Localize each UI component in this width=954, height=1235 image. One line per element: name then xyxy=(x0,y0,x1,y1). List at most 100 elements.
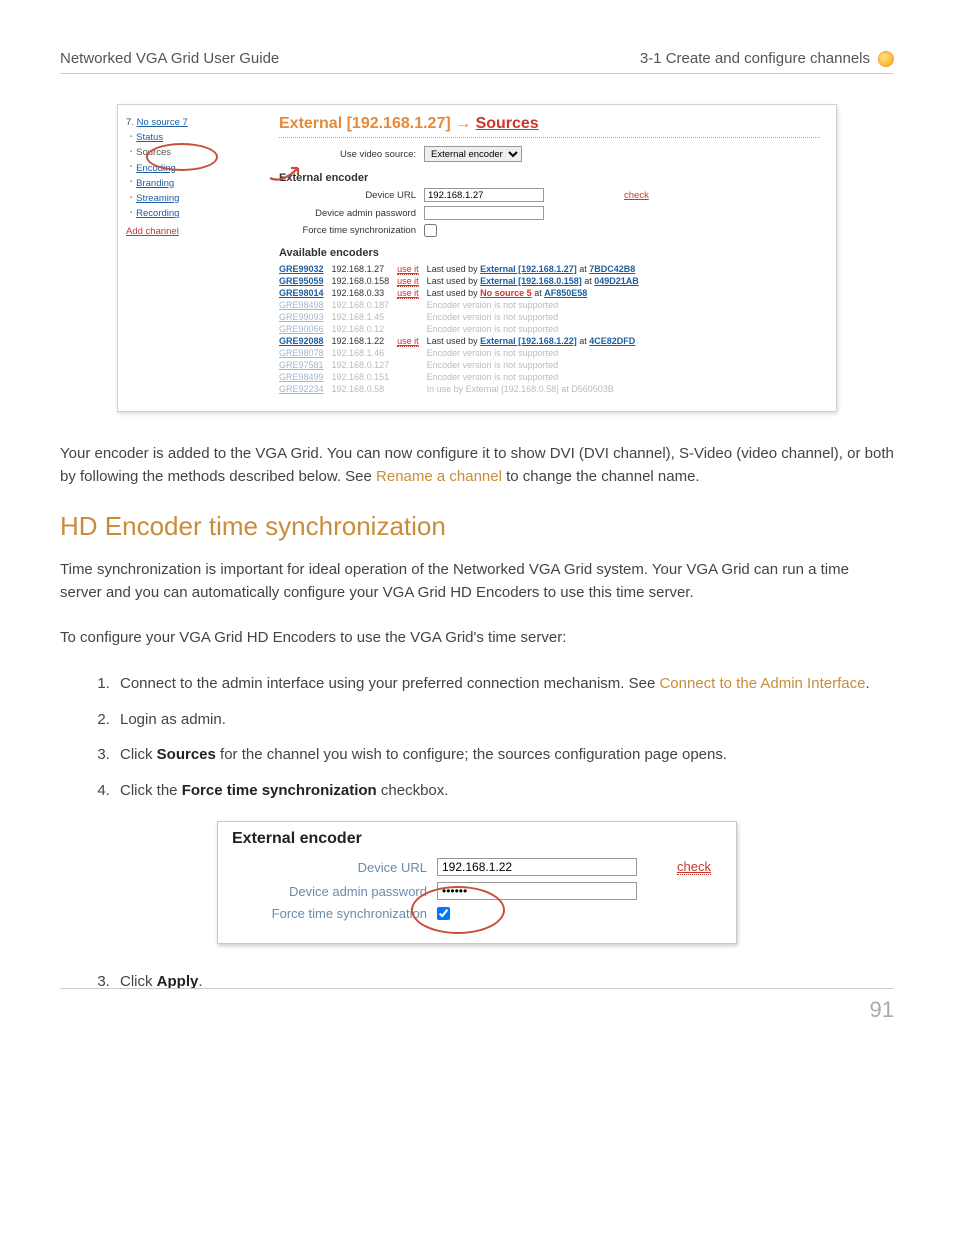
use-it-link[interactable]: use it xyxy=(397,276,419,287)
sidebar-item-branding[interactable]: Branding xyxy=(130,176,255,191)
force-sync-label: Force time synchronization xyxy=(279,225,424,236)
encoder-mac-link[interactable]: 7BDC42B8 xyxy=(589,264,635,274)
force-sync-checkbox[interactable] xyxy=(424,224,437,237)
text: Click xyxy=(120,746,157,763)
use-it-link[interactable]: use it xyxy=(397,288,419,299)
encoder-note: Last used by External [192.168.0.158] at… xyxy=(427,276,639,286)
table-row: GRE90066192.168.0.12Encoder version is n… xyxy=(279,323,647,335)
table-row: GRE99093192.168.1.45Encoder version is n… xyxy=(279,311,647,323)
encoder-used-by-link[interactable]: External [192.168.1.27] xyxy=(480,264,577,274)
text: . xyxy=(865,675,869,692)
encoder-note: Encoder version is not supported xyxy=(427,360,559,370)
title-arrow-icon: → xyxy=(451,115,476,132)
encoder-used-by-link[interactable]: External [192.168.0.158] xyxy=(480,276,582,286)
brand-logo-icon xyxy=(878,51,894,67)
table-row: GRE98078192.168.1.46Encoder version is n… xyxy=(279,347,647,359)
use-it-link[interactable]: use it xyxy=(397,336,419,347)
step-item: Click the Force time synchronization che… xyxy=(114,778,894,804)
encoder-name-link[interactable]: GRE90066 xyxy=(279,324,324,334)
encoder-name-link[interactable]: GRE92234 xyxy=(279,384,324,394)
sidebar-label: Encoding xyxy=(136,163,176,174)
encoder-note: Encoder version is not supported xyxy=(427,372,559,382)
bold-text: Force time synchronization xyxy=(182,782,377,799)
step-item: Login as admin. xyxy=(114,707,894,733)
external-encoder-heading: External encoder xyxy=(232,830,722,848)
encoder-name-link[interactable]: GRE98499 xyxy=(279,372,324,382)
encoder-used-by-link[interactable]: No source 5 xyxy=(480,288,532,298)
table-row: GRE95059 192.168.0.158 use it Last used by … xyxy=(279,275,647,287)
sidebar-item-recording[interactable]: Recording xyxy=(130,206,255,221)
encoder-note: Last used by External [192.168.1.27] at … xyxy=(427,264,636,274)
text: to change the channel name. xyxy=(502,468,700,485)
title-device: External [192.168.1.27] xyxy=(279,115,451,132)
video-source-select[interactable]: External encoder xyxy=(424,146,522,162)
encoder-ip: 192.168.0.158 xyxy=(332,276,390,286)
encoder-mac-link[interactable]: 4CE82DFD xyxy=(589,336,635,346)
encoder-note: Encoder version is not supported xyxy=(427,300,559,310)
external-encoder-screenshot: External encoder Device URL check Device… xyxy=(217,821,737,944)
check-link[interactable]: check xyxy=(677,859,711,875)
sidebar-item-encoding[interactable]: Encoding xyxy=(130,161,255,176)
encoder-note: Encoder version is not supported xyxy=(427,324,559,334)
text: for the channel you wish to configure; t… xyxy=(216,746,727,763)
device-password-input[interactable] xyxy=(437,882,637,900)
text: Click the xyxy=(120,782,182,799)
channel-name-link[interactable]: No source 7 xyxy=(137,117,188,128)
encoder-name-link[interactable]: GRE98078 xyxy=(279,348,324,358)
encoder-note: In use by External [192.168.0.58] at D56… xyxy=(427,384,614,394)
page-title: External [192.168.1.27] → Sources xyxy=(279,115,820,138)
sidebar-label: Streaming xyxy=(136,193,179,204)
table-row: GRE98498 192.168.0.187 Encoder version is … xyxy=(279,299,647,311)
table-row: GRE92234 192.168.0.58 In use by External [… xyxy=(279,383,647,395)
device-password-input[interactable] xyxy=(424,206,544,220)
encoder-ip: 192.168.0.151 xyxy=(332,372,390,382)
text: checkbox. xyxy=(377,782,449,799)
encoder-ip: 192.168.1.46 xyxy=(332,348,385,358)
device-password-label: Device admin password xyxy=(279,208,424,219)
device-url-label: Device URL xyxy=(279,190,424,201)
encoder-name-link[interactable]: GRE98014 xyxy=(279,288,324,298)
add-channel-link[interactable]: Add channel xyxy=(126,224,179,239)
channel-number: 7. xyxy=(126,117,134,128)
encoder-ip: 192.168.1.22 xyxy=(332,336,385,346)
connect-admin-link[interactable]: Connect to the Admin Interface xyxy=(659,675,865,692)
table-row: GRE99032192.168.1.27use itLast used by E… xyxy=(279,263,647,275)
sources-screenshot: 7. No source 7 Status Sources Encoding B… xyxy=(117,104,837,412)
table-row: GRE97581192.168.0.127Encoder version is … xyxy=(279,359,647,371)
sidebar-item-streaming[interactable]: Streaming xyxy=(130,191,255,206)
encoder-name-link[interactable]: GRE97581 xyxy=(279,360,324,370)
rename-channel-link[interactable]: Rename a channel xyxy=(376,468,502,485)
encoder-name-link[interactable]: GRE92088 xyxy=(279,336,324,346)
guide-title: Networked VGA Grid User Guide xyxy=(60,50,279,67)
encoder-note: Last used by No source 5 at AF850E58 xyxy=(427,288,588,298)
channel-sidebar: 7. No source 7 Status Sources Encoding B… xyxy=(118,105,263,411)
force-sync-checkbox[interactable] xyxy=(437,907,450,920)
encoder-name-link[interactable]: GRE98498 xyxy=(279,300,324,310)
encoder-name-link[interactable]: GRE99032 xyxy=(279,264,324,274)
sidebar-label: Status xyxy=(136,132,163,143)
sidebar-label: Branding xyxy=(136,178,174,189)
table-row: GRE98499 192.168.0.151 Encoder version is … xyxy=(279,371,647,383)
sidebar-label: Recording xyxy=(136,208,179,219)
sidebar-label: Sources xyxy=(136,147,171,158)
device-url-input[interactable] xyxy=(437,858,637,876)
check-link[interactable]: check xyxy=(624,190,649,201)
sidebar-item-sources[interactable]: Sources xyxy=(130,145,255,160)
encoder-ip: 192.168.0.58 xyxy=(332,384,385,394)
video-source-label: Use video source: xyxy=(279,149,424,160)
step-item: Connect to the admin interface using you… xyxy=(114,671,894,697)
encoder-name-link[interactable]: GRE99093 xyxy=(279,312,324,322)
use-it-link[interactable]: use it xyxy=(397,264,419,275)
encoder-ip: 192.168.0.187 xyxy=(332,300,390,310)
encoder-mac-link[interactable]: AF850E58 xyxy=(544,288,587,298)
device-url-input[interactable] xyxy=(424,188,544,202)
table-row: GRE98014192.168.0.33use itLast used by N… xyxy=(279,287,647,299)
encoder-name-link[interactable]: GRE95059 xyxy=(279,276,324,286)
section-heading: HD Encoder time synchronization xyxy=(60,511,894,542)
sidebar-item-status[interactable]: Status xyxy=(130,130,255,145)
encoder-ip: 192.168.1.45 xyxy=(332,312,385,322)
encoders-table: GRE99032192.168.1.27use itLast used by E… xyxy=(279,263,647,395)
encoder-used-by-link[interactable]: External [192.168.1.22] xyxy=(480,336,577,346)
encoder-mac-link[interactable]: 049D21AB xyxy=(594,276,639,286)
body-paragraph: To configure your VGA Grid HD Encoders t… xyxy=(60,626,894,649)
